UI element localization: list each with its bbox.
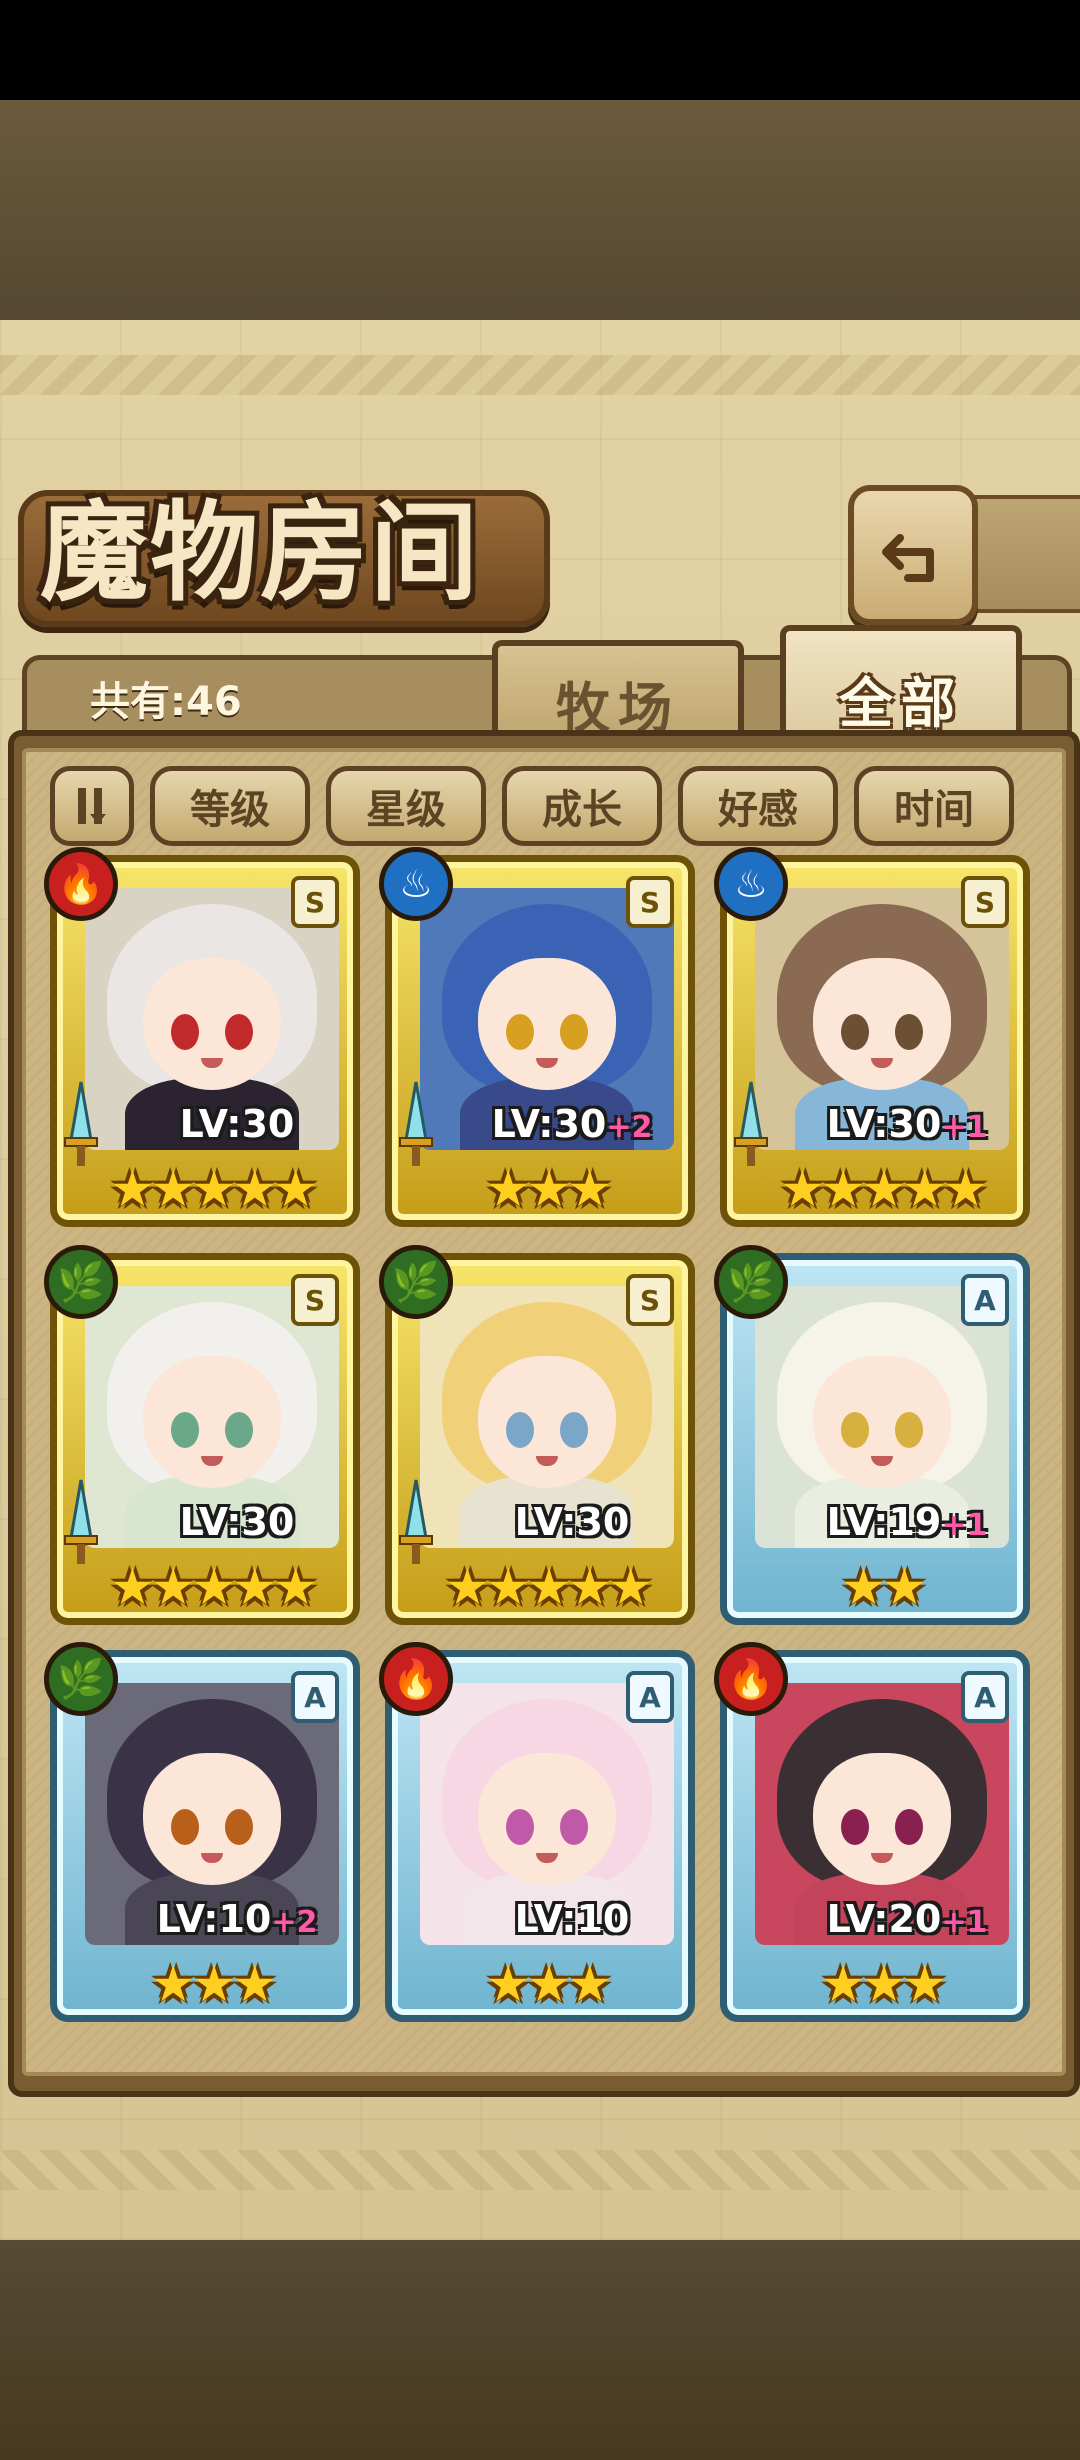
map-background-top [0, 100, 1080, 325]
star-rating: ★★★★★ [109, 1558, 318, 1616]
monster-card[interactable]: S LV:30 ★★★★★ 🌿 [379, 1245, 695, 1625]
wood-element-icon: 🌿 [714, 1245, 788, 1319]
monster-level: LV:30 [452, 1500, 692, 1550]
map-background-bottom [0, 2240, 1080, 2460]
star-rating: ★★★ [485, 1160, 612, 1218]
monster-card[interactable]: A LV:10+2 ★★★ 🌿 [44, 1642, 360, 2022]
sort-order-toggle[interactable] [50, 766, 134, 846]
enhance-bonus: +1 [941, 1110, 988, 1145]
enhance-bonus: +2 [271, 1905, 318, 1940]
sword-icon [398, 1478, 434, 1568]
level-value: LV:20 [826, 1897, 942, 1941]
monster-level: LV:20+1 [787, 1897, 1027, 1947]
star-rating: ★★ [841, 1558, 927, 1616]
fire-element-icon: 🔥 [44, 847, 118, 921]
star-rating: ★★★★★ [109, 1160, 318, 1218]
star-rating: ★★★ [820, 1955, 947, 2013]
sort-by-affection-button[interactable]: 好感 [678, 766, 838, 846]
sort-by-growth-button[interactable]: 成长 [502, 766, 662, 846]
enhance-bonus: +1 [941, 1508, 988, 1543]
decorative-border-top [0, 355, 1080, 395]
monster-level: LV:30 [117, 1102, 357, 1152]
rank-badge: S [626, 876, 674, 928]
wood-element-icon: 🌿 [379, 1245, 453, 1319]
level-value: LV:30 [179, 1102, 295, 1146]
monster-card[interactable]: A LV:19+1 ★★ 🌿 [714, 1245, 1030, 1625]
sword-icon [63, 1080, 99, 1170]
monster-level: LV:30+1 [787, 1102, 1027, 1152]
sort-by-time-button[interactable]: 时间 [854, 766, 1014, 846]
monster-level: LV:30+2 [452, 1102, 692, 1152]
rank-badge: A [961, 1671, 1009, 1723]
level-value: LV:30 [826, 1102, 942, 1146]
fire-element-icon: 🔥 [714, 1642, 788, 1716]
monster-count: 共有:46 [90, 679, 242, 725]
monster-card[interactable]: A LV:10 ★★★ 🔥 [379, 1642, 695, 2022]
level-value: LV:19 [826, 1500, 942, 1544]
monster-card[interactable]: A LV:20+1 ★★★ 🔥 [714, 1642, 1030, 2022]
monster-level: LV:10+2 [117, 1897, 357, 1947]
level-value: LV:30 [491, 1102, 607, 1146]
monster-card[interactable]: S LV:30+1 ★★★★★ ♨ [714, 847, 1030, 1227]
level-value: LV:10 [156, 1897, 272, 1941]
level-value: LV:10 [514, 1897, 630, 1941]
star-rating: ★★★ [485, 1955, 612, 2013]
fire-element-icon: 🔥 [379, 1642, 453, 1716]
rank-badge: S [291, 1274, 339, 1326]
monster-card[interactable]: S LV:30 ★★★★★ 🌿 [44, 1245, 360, 1625]
rank-badge: S [961, 876, 1009, 928]
sword-icon [398, 1080, 434, 1170]
decorative-border-bottom [0, 2150, 1080, 2190]
water-element-icon: ♨ [714, 847, 788, 921]
star-rating: ★★★★★ [779, 1160, 988, 1218]
sort-by-stars-button[interactable]: 星级 [326, 766, 486, 846]
return-arrow-icon [882, 534, 934, 582]
rank-badge: A [291, 1671, 339, 1723]
rank-badge: S [626, 1274, 674, 1326]
star-rating: ★★★★★ [444, 1558, 653, 1616]
wood-element-icon: 🌿 [44, 1245, 118, 1319]
monster-level: LV:30 [117, 1500, 357, 1550]
star-rating: ★★★ [150, 1955, 277, 2013]
rank-badge: S [291, 876, 339, 928]
enhance-bonus: +2 [606, 1110, 653, 1145]
status-bar [0, 0, 1080, 100]
monster-level: LV:19+1 [787, 1500, 1027, 1550]
sort-order-icon [78, 788, 106, 824]
level-value: LV:30 [179, 1500, 295, 1544]
monster-card[interactable]: S LV:30+2 ★★★ ♨ [379, 847, 695, 1227]
level-value: LV:30 [514, 1500, 630, 1544]
sword-icon [63, 1478, 99, 1568]
enhance-bonus: +1 [941, 1905, 988, 1940]
sort-by-level-button[interactable]: 等级 [150, 766, 310, 846]
wood-element-icon: 🌿 [44, 1642, 118, 1716]
monster-level: LV:10 [452, 1897, 692, 1947]
rank-badge: A [961, 1274, 1009, 1326]
monster-card[interactable]: S LV:30 ★★★★★ 🔥 [44, 847, 360, 1227]
water-element-icon: ♨ [379, 847, 453, 921]
back-button[interactable] [848, 485, 978, 625]
page-title: 魔物房间 [40, 490, 481, 616]
sword-icon [733, 1080, 769, 1170]
rank-badge: A [626, 1671, 674, 1723]
